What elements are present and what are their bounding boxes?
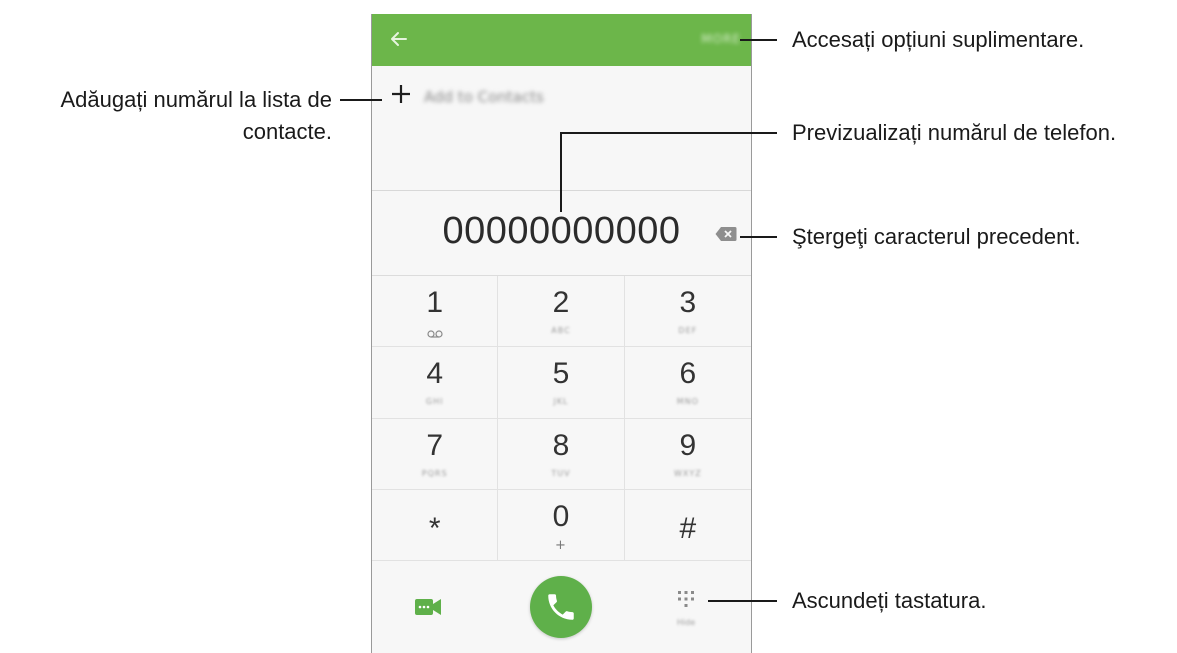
note-preview-number: Previzualizați numărul de telefon. (792, 120, 1117, 145)
key-7[interactable]: 7 PQRS (372, 418, 499, 490)
call-button[interactable] (530, 576, 592, 638)
key-letters: + (555, 537, 567, 553)
key-letters: ABC (551, 326, 571, 335)
hide-keypad-label: Hide (676, 618, 696, 627)
key-letters: GHI (425, 397, 444, 407)
key-letters: DEF (678, 326, 698, 335)
key-0[interactable]: 0 + (498, 489, 625, 561)
key-9[interactable]: 9 WXYZ (624, 419, 751, 490)
note-delete-char: Ştergeţi caracterul precedent. (792, 224, 1081, 249)
key-2[interactable]: 2 ABC (498, 276, 625, 348)
key-letters: MNO (676, 397, 699, 407)
callout-line-add-contact (340, 99, 382, 101)
divider (372, 190, 751, 191)
voicemail-icon (427, 330, 443, 338)
backspace-icon[interactable] (715, 226, 737, 242)
phone-number-display: 00000000000 (442, 210, 681, 252)
keypad-grid-icon[interactable] (677, 590, 695, 608)
key-letters: TUV (551, 468, 571, 478)
key-3[interactable]: 3 DEF (624, 276, 751, 348)
key-4[interactable]: 4 GHI (372, 347, 499, 419)
dial-keypad: 1 2 ABC 3 DEF 4 GHI 5 JKL 6 MNO 7 PQRS 8… (372, 275, 751, 561)
key-hash[interactable]: # (624, 490, 751, 561)
key-5[interactable]: 5 JKL (498, 347, 625, 419)
key-digit: 7 (426, 428, 443, 462)
note-hide-keypad: Ascundeți tastatura. (792, 588, 987, 613)
callout-line-hide (708, 600, 777, 602)
key-letters: JKL (553, 397, 569, 407)
callout-line-preview-h (560, 132, 777, 134)
note-add-contact-line1: Adăugați numărul la lista de (60, 87, 333, 112)
video-call-icon[interactable] (415, 598, 441, 616)
key-digit: 5 (552, 357, 570, 391)
key-letters: PQRS (421, 468, 448, 478)
key-digit: 4 (426, 357, 443, 391)
key-digit: 2 (552, 286, 570, 319)
key-digit: 1 (426, 286, 443, 319)
top-bar: MORE (372, 14, 751, 66)
note-add-contact-line2: contacte. (242, 119, 332, 144)
callout-line-more (740, 39, 777, 41)
dialer-screen: MORE Add to Contacts 00000000000 1 2 ABC… (371, 14, 752, 653)
key-digit: 8 (552, 428, 570, 462)
key-digit: 9 (679, 428, 697, 462)
key-8[interactable]: 8 TUV (498, 418, 625, 490)
key-letters: WXYZ (673, 468, 702, 478)
callout-line-delete (740, 236, 777, 238)
add-to-contacts-label: Add to Contacts (424, 88, 544, 106)
add-to-contacts-row[interactable]: Add to Contacts (372, 66, 751, 132)
back-arrow-icon[interactable] (388, 28, 410, 50)
key-star[interactable]: * (372, 489, 499, 561)
key-digit: 3 (679, 286, 697, 319)
key-digit: 0 (552, 499, 570, 533)
key-digit: 6 (679, 357, 697, 391)
callout-line-preview-v (560, 132, 562, 212)
note-more-options: Accesați opțiuni suplimentare. (792, 27, 1085, 52)
bottom-actions: Hide (372, 560, 751, 653)
key-1[interactable]: 1 (372, 276, 499, 348)
key-digit: * (428, 511, 441, 545)
plus-icon (392, 85, 410, 103)
key-6[interactable]: 6 MNO (624, 347, 751, 419)
more-button[interactable]: MORE (701, 32, 741, 46)
key-digit: # (679, 511, 697, 545)
phone-icon (548, 594, 574, 620)
